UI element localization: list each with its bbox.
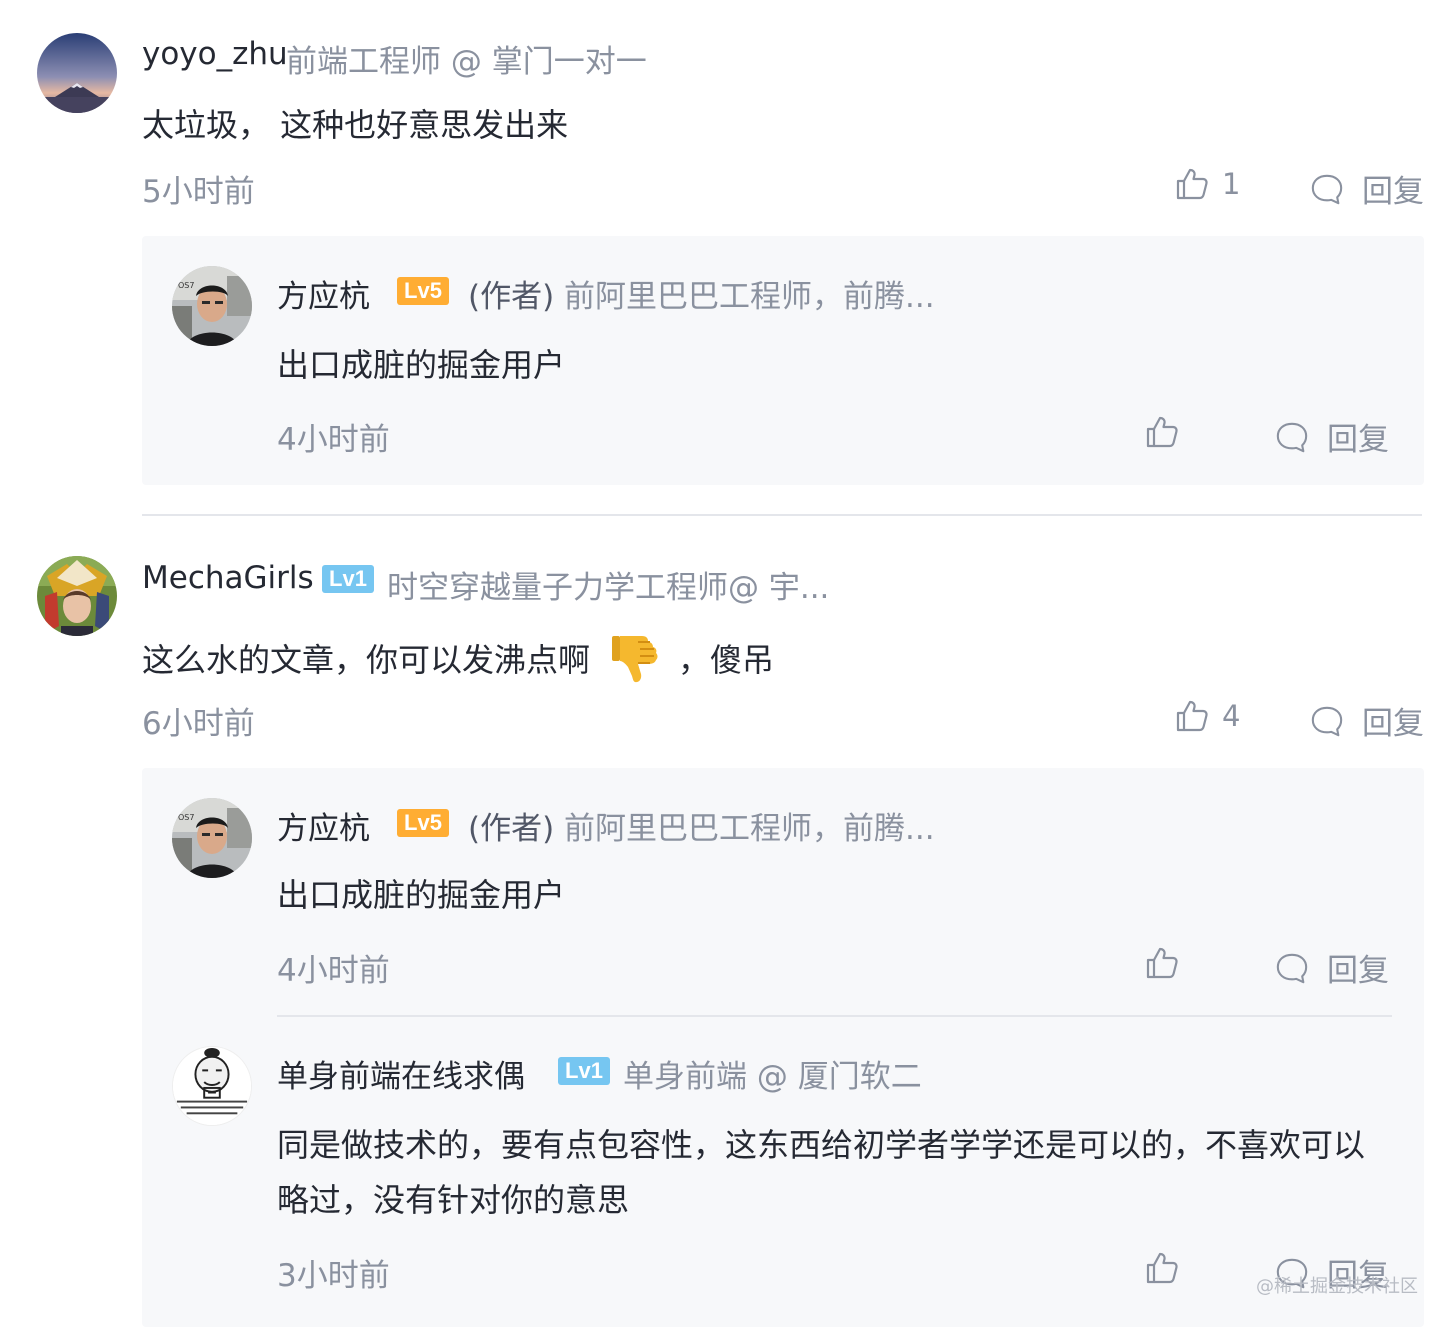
comment-divider [142, 514, 1422, 516]
reply-username[interactable]: 方应杭 [277, 271, 370, 316]
like-count: 4 [1222, 699, 1241, 733]
reply-time: 4小时前 [277, 422, 390, 458]
reply-content: 出口成脏的掘金用户 [277, 346, 566, 384]
thumbs-up-icon [1144, 1250, 1180, 1286]
reply-time: 3小时前 [277, 1258, 390, 1294]
comment-time: 5小时前 [142, 174, 255, 210]
like-button[interactable] [1144, 414, 1180, 450]
thumbs-up-icon [1144, 945, 1180, 981]
comment-text: 这么水的文章，你可以发沸点啊 [142, 641, 591, 679]
comment-username[interactable]: yoyo_zhu [142, 36, 288, 72]
reply-label: 回复 [1362, 706, 1424, 742]
reply-divider [277, 1015, 1392, 1017]
like-button[interactable]: 4 [1174, 698, 1240, 734]
user-title: 前阿里巴巴工程师，前腾... [564, 279, 935, 315]
reply-content: 略过，没有针对你的意思 [277, 1181, 630, 1219]
avatar[interactable] [172, 1046, 252, 1126]
reply-username[interactable]: 方应杭 [277, 803, 370, 848]
comment-bubble-icon [1275, 951, 1309, 985]
reply-time: 4小时前 [277, 953, 390, 989]
thumbs-up-icon [1174, 166, 1210, 202]
reply-content: 出口成脏的掘金用户 [277, 876, 566, 914]
like-button[interactable] [1144, 945, 1180, 981]
reply-username[interactable]: 单身前端在线求偶 [277, 1051, 525, 1096]
level-badge: Lv5 [397, 277, 449, 305]
reply-label: 回复 [1327, 422, 1389, 458]
comment-content: 太垃圾， 这种也好意思发出来 [142, 106, 569, 144]
avatar[interactable] [172, 798, 252, 878]
user-title: 时空穿越量子力学工程师@ 宇... [387, 570, 830, 606]
avatar[interactable] [172, 266, 252, 346]
reply-content: 同是做技术的，要有点包容性，这东西给初学者学学还是可以的，不喜欢可以 [277, 1126, 1366, 1164]
like-button[interactable] [1144, 1250, 1180, 1286]
user-title: 前阿里巴巴工程师，前腾... [564, 811, 935, 847]
like-button[interactable]: 1 [1174, 166, 1240, 202]
reply-label: 回复 [1327, 953, 1389, 989]
reply-button[interactable]: 回复 [1310, 166, 1424, 211]
user-title: 前端工程师 @ 掌门一对一 [286, 44, 647, 80]
comment-bubble-icon [1310, 704, 1344, 738]
comment-bubble-icon [1310, 172, 1344, 206]
avatar[interactable] [37, 33, 117, 113]
level-badge: Lv1 [322, 565, 374, 593]
author-tag: (作者) [468, 279, 555, 315]
reply-button[interactable]: 回复 [1310, 698, 1424, 743]
level-badge: Lv1 [558, 1057, 610, 1085]
reply-label: 回复 [1362, 174, 1424, 210]
comment-bubble-icon [1275, 420, 1309, 454]
comment-content: 这么水的文章，你可以发沸点啊 ，傻吊 [142, 630, 774, 686]
thumbs-down-icon [608, 630, 664, 686]
reply-button[interactable]: 回复 [1275, 945, 1389, 990]
user-title: 单身前端 @ 厦门软二 [623, 1059, 922, 1095]
thumbs-up-icon [1174, 698, 1210, 734]
watermark: @稀土掘金技术社区 [1256, 1276, 1418, 1297]
avatar[interactable] [37, 556, 117, 636]
replies-container [142, 768, 1424, 1327]
comment-username[interactable]: MechaGirls [142, 560, 314, 596]
reply-button[interactable]: 回复 [1275, 414, 1389, 459]
comment-text: ，傻吊 [678, 641, 775, 679]
level-badge: Lv5 [397, 809, 449, 837]
thumbs-up-icon [1144, 414, 1180, 450]
author-tag: (作者) [468, 811, 555, 847]
comment-time: 6小时前 [142, 706, 255, 742]
like-count: 1 [1222, 167, 1241, 201]
